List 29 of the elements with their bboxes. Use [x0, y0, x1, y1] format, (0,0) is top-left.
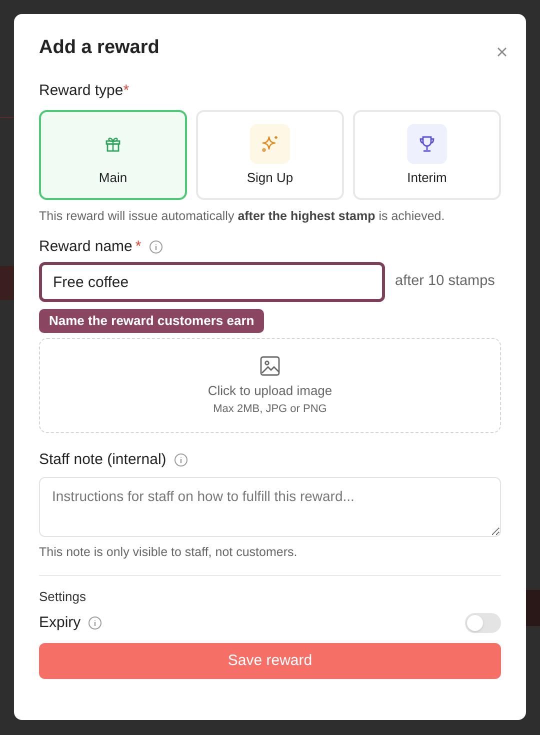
info-icon[interactable]	[174, 453, 188, 467]
upload-area[interactable]: Click to upload image Max 2MB, JPG or PNG	[39, 338, 501, 433]
upload-subtitle: Max 2MB, JPG or PNG	[213, 402, 327, 416]
hint-text: This note is only visible to staff, not customers.	[39, 544, 298, 560]
suffix-text: after 10 stamps	[395, 272, 495, 292]
required-mark: *	[135, 238, 142, 256]
field-label: Reward name	[39, 238, 132, 256]
section-heading: Settings	[39, 589, 87, 605]
upload-title: Click to upload image	[208, 383, 332, 399]
required-mark: *	[123, 82, 130, 100]
info-icon[interactable]	[149, 240, 164, 254]
reward-type-option[interactable]: Sign Up	[196, 110, 344, 200]
reward-type-option[interactable]: Main	[39, 110, 187, 200]
staff-note-field[interactable]: Instructions for staff on how to fulfill this reward...	[39, 477, 501, 537]
field-label: Reward type	[39, 82, 124, 100]
background-banner	[0, 266, 14, 300]
hint-text: This reward will issue automatically after the highest stamp is achieved.	[39, 208, 446, 224]
trophy-icon	[407, 124, 447, 164]
toggle-switch[interactable]	[465, 613, 501, 633]
sparkle-icon	[250, 124, 290, 164]
setting-label: Expiry	[39, 614, 81, 632]
reward-name-field[interactable]: Free coffee	[39, 262, 385, 302]
field-label: Staff note (internal)	[39, 451, 166, 469]
dialog-title: Add a reward	[39, 36, 160, 60]
info-icon[interactable]	[88, 616, 102, 630]
reward-type-option[interactable]: Interim	[353, 110, 501, 200]
close-icon[interactable]	[496, 46, 508, 58]
tooltip: Name the reward customers earn	[39, 309, 264, 333]
image-icon	[259, 355, 281, 377]
